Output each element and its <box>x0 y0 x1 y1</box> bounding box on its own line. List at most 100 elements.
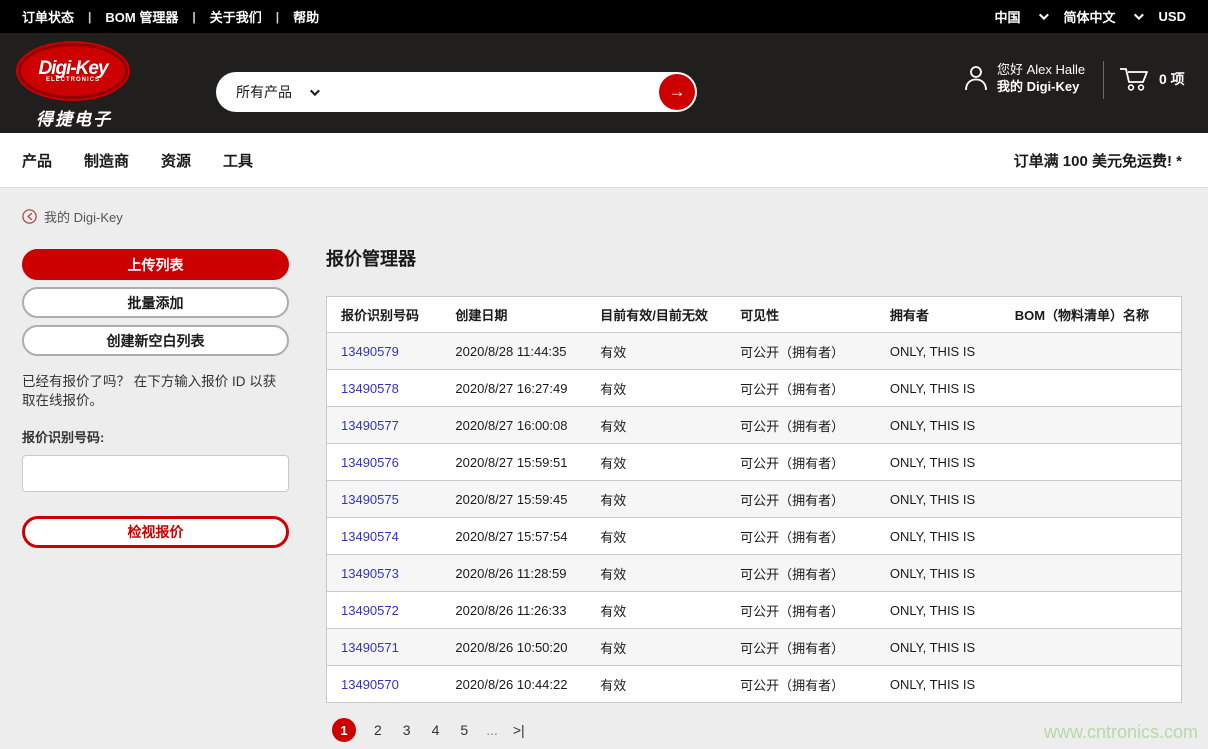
table-row: 13490576 2020/8/27 15:59:51 有效 可公开（拥有者） … <box>327 444 1182 481</box>
separator: | <box>192 10 195 24</box>
table-row: 13490578 2020/8/27 16:27:49 有效 可公开（拥有者） … <box>327 370 1182 407</box>
quote-id-link[interactable]: 13490579 <box>341 344 399 359</box>
logo-subtitle: ELECTRONICS <box>46 77 100 83</box>
digikey-logo[interactable]: Digi-Key ELECTRONICS 得捷电子 <box>18 43 130 130</box>
quote-id-link[interactable]: 13490578 <box>341 381 399 396</box>
create-blank-list-button[interactable]: 创建新空白列表 <box>22 325 289 356</box>
quote-id-link[interactable]: 13490573 <box>341 566 399 581</box>
owner-cell: ONLY, THIS IS <box>876 518 1001 555</box>
pagination-page-5[interactable]: 5 <box>457 722 471 738</box>
created-cell: 2020/8/27 15:59:51 <box>441 444 586 481</box>
visibility-cell: 可公开（拥有者） <box>726 518 876 555</box>
table-row: 13490577 2020/8/27 16:00:08 有效 可公开（拥有者） … <box>327 407 1182 444</box>
status-cell: 有效 <box>586 555 726 592</box>
visibility-cell: 可公开（拥有者） <box>726 592 876 629</box>
created-cell: 2020/8/26 11:28:59 <box>441 555 586 592</box>
table-row: 13490575 2020/8/27 15:59:45 有效 可公开（拥有者） … <box>327 481 1182 518</box>
nav-item-products[interactable]: 产品 <box>22 150 52 171</box>
pagination-page-1-current[interactable]: 1 <box>332 718 356 742</box>
bom-name-cell <box>1001 370 1182 407</box>
bom-name-cell <box>1001 407 1182 444</box>
cart-button[interactable]: 0 项 <box>1118 65 1185 93</box>
region-selector[interactable]: 中国 <box>995 7 1021 26</box>
status-cell: 有效 <box>586 629 726 666</box>
owner-cell: ONLY, THIS IS <box>876 592 1001 629</box>
breadcrumb[interactable]: 我的 Digi-Key <box>22 207 123 226</box>
view-quote-button[interactable]: 检视报价 <box>22 516 289 548</box>
bulk-add-button[interactable]: 批量添加 <box>22 287 289 318</box>
status-cell: 有效 <box>586 370 726 407</box>
topbar-link-about-us[interactable]: 关于我们 <box>210 7 262 26</box>
topbar-link-help[interactable]: 帮助 <box>293 7 319 26</box>
arrow-left-circle-icon <box>22 209 37 224</box>
bom-name-cell <box>1001 666 1182 703</box>
upload-list-button[interactable]: 上传列表 <box>22 249 289 280</box>
search-input[interactable] <box>361 77 659 107</box>
nav-item-resources[interactable]: 资源 <box>161 150 191 171</box>
topbar-link-order-status[interactable]: 订单状态 <box>22 7 74 26</box>
search-bar: 所有产品 → <box>216 72 697 112</box>
bom-name-cell <box>1001 481 1182 518</box>
bom-name-cell <box>1001 629 1182 666</box>
pagination-ellipsis: ... <box>486 722 498 738</box>
col-header-owner: 拥有者 <box>876 297 1001 333</box>
quote-id-link[interactable]: 13490575 <box>341 492 399 507</box>
separator: | <box>276 10 279 24</box>
status-cell: 有效 <box>586 333 726 370</box>
quotes-table-header: 报价识别号码 创建日期 目前有效/目前无效 可见性 拥有者 BOM（物料清单）名… <box>327 297 1182 333</box>
pagination-page-4[interactable]: 4 <box>429 722 443 738</box>
currency-selector[interactable]: USD <box>1159 9 1186 24</box>
created-cell: 2020/8/26 10:50:20 <box>441 629 586 666</box>
status-cell: 有效 <box>586 481 726 518</box>
col-header-quote-id: 报价识别号码 <box>327 297 442 333</box>
col-header-status: 目前有效/目前无效 <box>586 297 726 333</box>
quote-id-input[interactable] <box>22 455 289 492</box>
quote-id-link[interactable]: 13490570 <box>341 677 399 692</box>
breadcrumb-label[interactable]: 我的 Digi-Key <box>44 207 123 226</box>
created-cell: 2020/8/26 11:26:33 <box>441 592 586 629</box>
table-row: 13490570 2020/8/26 10:44:22 有效 可公开（拥有者） … <box>327 666 1182 703</box>
chevron-down-icon <box>310 86 320 96</box>
quote-hint-text: 已经有报价了吗？ 在下方输入报价 ID 以获取在线报价。 <box>22 372 289 410</box>
table-row: 13490573 2020/8/26 11:28:59 有效 可公开（拥有者） … <box>327 555 1182 592</box>
search-category-dropdown[interactable]: 所有产品 <box>216 82 361 102</box>
table-row: 13490572 2020/8/26 11:26:33 有效 可公开（拥有者） … <box>327 592 1182 629</box>
topbar-link-bom-manager[interactable]: BOM 管理器 <box>105 7 178 26</box>
quote-id-link[interactable]: 13490571 <box>341 640 399 655</box>
free-shipping-promo: 订单满 100 美元免运费! * <box>1014 150 1182 171</box>
search-submit-button[interactable]: → <box>659 74 695 110</box>
chevron-down-icon[interactable] <box>1038 10 1048 20</box>
visibility-cell: 可公开（拥有者） <box>726 444 876 481</box>
visibility-cell: 可公开（拥有者） <box>726 407 876 444</box>
pagination-page-2[interactable]: 2 <box>371 722 385 738</box>
account-text: 您好 Alex Halle 我的 Digi-Key <box>997 61 1085 95</box>
account-menu[interactable]: 您好 Alex Halle 我的 Digi-Key <box>963 61 1085 95</box>
nav-item-manufacturers[interactable]: 制造商 <box>84 150 129 171</box>
pagination-last-button[interactable]: >| <box>513 722 525 738</box>
quote-id-link[interactable]: 13490572 <box>341 603 399 618</box>
table-row: 13490571 2020/8/26 10:50:20 有效 可公开（拥有者） … <box>327 629 1182 666</box>
created-cell: 2020/8/27 15:59:45 <box>441 481 586 518</box>
bom-name-cell <box>1001 592 1182 629</box>
nav-items: 产品 制造商 资源 工具 <box>22 150 253 171</box>
language-selector[interactable]: 简体中文 <box>1064 7 1116 26</box>
nav-item-tools[interactable]: 工具 <box>223 150 253 171</box>
search-category-label: 所有产品 <box>236 82 292 102</box>
my-digikey-label: 我的 Digi-Key <box>997 78 1085 95</box>
owner-cell: ONLY, THIS IS <box>876 333 1001 370</box>
owner-cell: ONLY, THIS IS <box>876 407 1001 444</box>
logo-chinese-name: 得捷电子 <box>18 105 130 130</box>
logo-title: Digi-Key <box>38 60 107 77</box>
created-cell: 2020/8/27 16:00:08 <box>441 407 586 444</box>
created-cell: 2020/8/27 15:57:54 <box>441 518 586 555</box>
created-cell: 2020/8/28 11:44:35 <box>441 333 586 370</box>
quote-id-link[interactable]: 13490577 <box>341 418 399 433</box>
quote-id-link[interactable]: 13490576 <box>341 455 399 470</box>
quote-id-label: 报价识别号码: <box>22 427 289 446</box>
quote-id-link[interactable]: 13490574 <box>341 529 399 544</box>
chevron-down-icon[interactable] <box>1134 10 1144 20</box>
owner-cell: ONLY, THIS IS <box>876 666 1001 703</box>
pagination-page-3[interactable]: 3 <box>400 722 414 738</box>
status-cell: 有效 <box>586 592 726 629</box>
table-row: 13490574 2020/8/27 15:57:54 有效 可公开（拥有者） … <box>327 518 1182 555</box>
